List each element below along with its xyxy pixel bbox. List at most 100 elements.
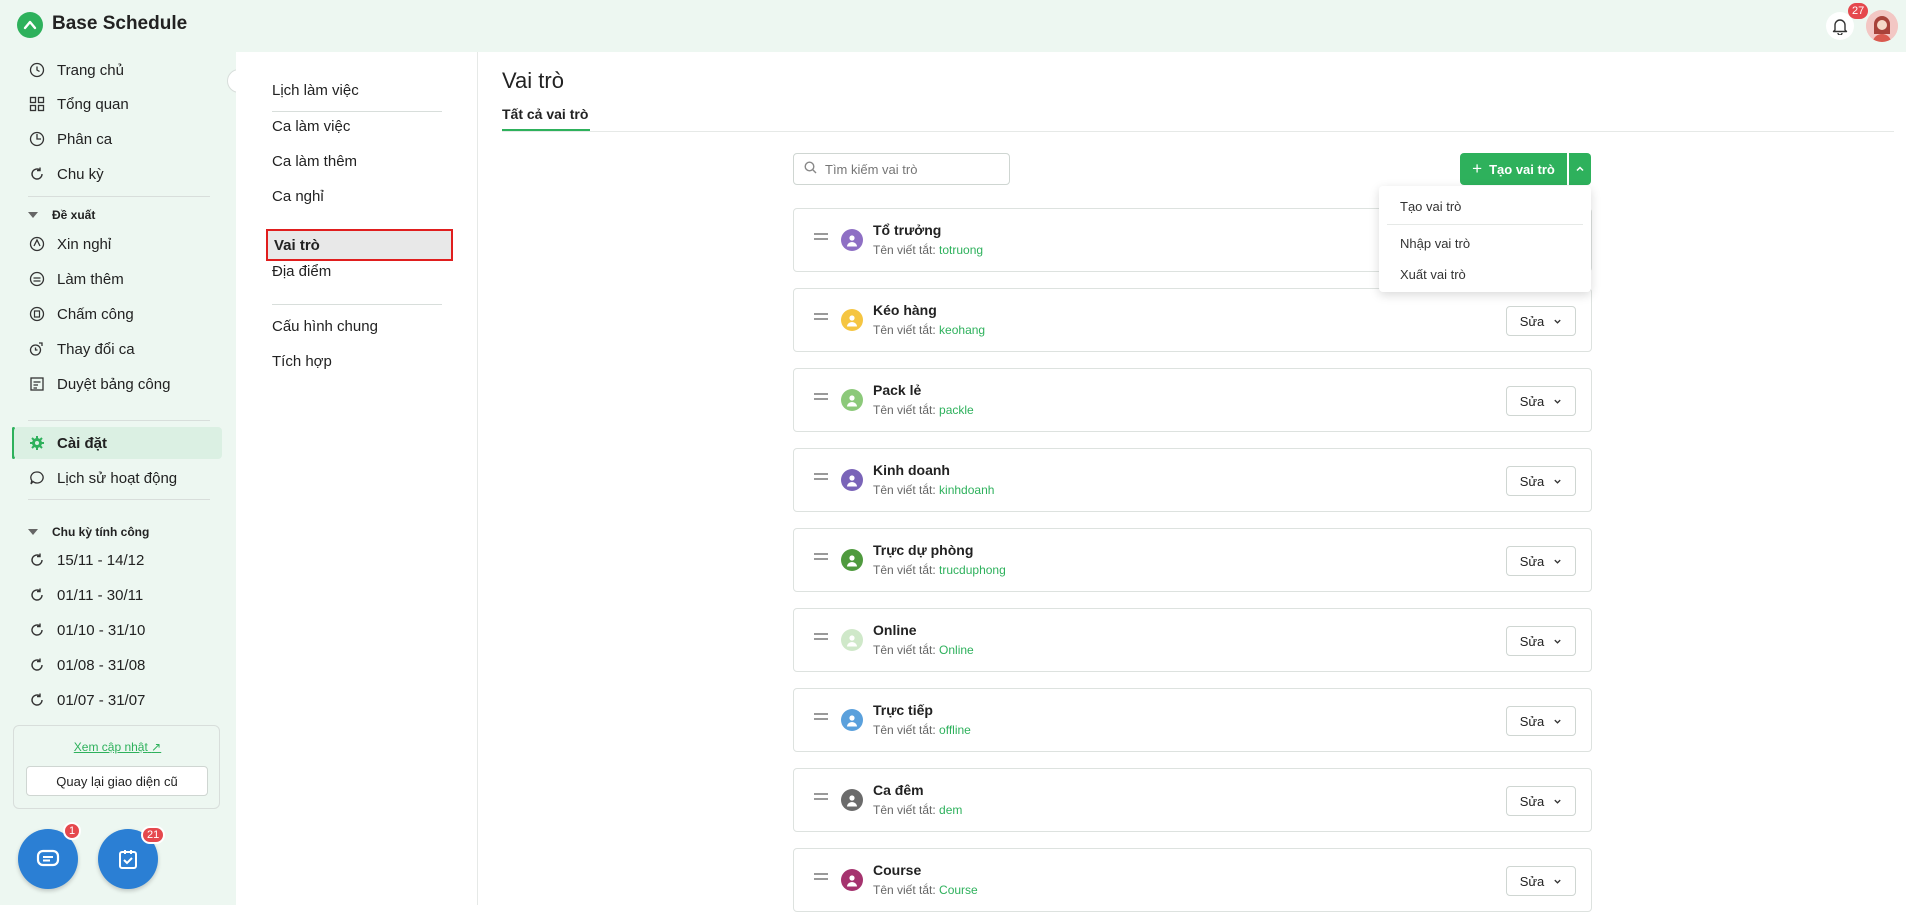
role-name: Kéo hàng <box>873 302 937 318</box>
clock-icon <box>28 61 46 79</box>
sidebar-divider <box>28 499 210 500</box>
chat-badge: 1 <box>63 822 82 840</box>
approve-icon <box>28 375 46 393</box>
create-role-button[interactable]: + Tạo vai trò <box>1460 153 1567 185</box>
old-ui-button[interactable]: Quay lại giao diện cũ <box>26 766 208 796</box>
edit-role-button[interactable]: Sửa <box>1506 786 1576 816</box>
chevron-down-icon <box>1554 879 1561 884</box>
sidebar-item-label: 01/08 - 31/08 <box>57 656 146 674</box>
edit-role-button[interactable]: Sửa <box>1506 866 1576 896</box>
role-avatar-icon <box>841 869 863 891</box>
user-avatar[interactable] <box>1866 10 1898 42</box>
payroll-group-toggle[interactable]: Chu kỳ tính công <box>28 525 149 539</box>
sidebar-item-period[interactable]: 01/07 - 31/07 <box>14 684 222 716</box>
subnav-item-work-schedule[interactable]: Lịch làm việc <box>272 82 359 99</box>
drag-handle-icon[interactable] <box>814 313 828 323</box>
sidebar-item-label: Chấm công <box>57 305 134 323</box>
sidebar-item-overview[interactable]: Tổng quan <box>14 88 222 120</box>
sidebar-item-period[interactable]: 01/08 - 31/08 <box>14 649 222 681</box>
chevron-down-icon <box>1554 639 1561 644</box>
role-name: Trực dự phòng <box>873 542 974 558</box>
search-input[interactable] <box>825 161 995 177</box>
swap-icon <box>28 340 46 358</box>
edit-role-button[interactable]: Sửa <box>1506 306 1576 336</box>
proposal-group-toggle[interactable]: Đề xuất <box>28 208 95 222</box>
drag-handle-icon[interactable] <box>814 633 828 643</box>
app-logo-icon[interactable] <box>17 12 43 38</box>
chevron-down-icon <box>1554 319 1561 324</box>
role-abbreviation-value: Online <box>939 643 974 657</box>
sidebar-item-history[interactable]: Lịch sử hoạt động <box>14 462 222 494</box>
edit-role-button[interactable]: Sửa <box>1506 706 1576 736</box>
subnav-item-general-config[interactable]: Cấu hình chung <box>272 318 378 335</box>
edit-label: Sửa <box>1519 873 1545 889</box>
subnav-item-overtime-shift[interactable]: Ca làm thêm <box>272 153 357 170</box>
search-field[interactable] <box>793 153 1010 185</box>
sidebar-item-home[interactable]: Trang chủ <box>14 54 222 86</box>
subnav-divider <box>272 304 442 305</box>
role-abbreviation-value: dem <box>939 803 963 817</box>
tasks-badge: 21 <box>141 826 166 844</box>
edit-role-button[interactable]: Sửa <box>1506 626 1576 656</box>
role-card: Trực tiếp Tên viết tắt: offline Sửa <box>793 688 1592 752</box>
sidebar-item-period[interactable]: 01/11 - 30/11 <box>14 579 222 611</box>
subnav-item-roles[interactable]: Vai trò <box>266 229 453 261</box>
chat-history-icon <box>28 469 46 487</box>
plus-icon: + <box>1472 159 1483 178</box>
sidebar-item-label: Phân ca <box>57 130 113 148</box>
sidebar-item-leave[interactable]: Xin nghỉ <box>14 228 222 260</box>
role-abbreviation-value: packle <box>939 403 974 417</box>
drag-handle-icon[interactable] <box>814 393 828 403</box>
edit-label: Sửa <box>1519 713 1545 729</box>
sidebar-item-label: Thay đổi ca <box>57 340 135 358</box>
role-abbreviation: Tên viết tắt: Course <box>873 883 978 897</box>
role-avatar-icon <box>841 389 863 411</box>
cycle-icon <box>28 551 46 569</box>
role-abbreviation: Tên viết tắt: totruong <box>873 243 984 257</box>
sidebar-item-label: 15/11 - 14/12 <box>57 551 145 569</box>
role-abbreviation: Tên viết tắt: keohang <box>873 323 986 337</box>
role-abbreviation-value: keohang <box>939 323 986 337</box>
tab-all-roles[interactable]: Tất cả vai trò <box>502 106 588 122</box>
edit-role-button[interactable]: Sửa <box>1506 466 1576 496</box>
sidebar-item-approve-timesheet[interactable]: Duyệt bảng công <box>14 368 222 400</box>
menu-item-export-roles[interactable]: Xuất vai trò <box>1400 267 1466 282</box>
sidebar-item-change-shift[interactable]: Thay đổi ca <box>14 333 222 365</box>
overtime-icon <box>28 270 46 288</box>
sidebar-item-timesheet[interactable]: Chấm công <box>14 298 222 330</box>
drag-handle-icon[interactable] <box>814 473 828 483</box>
role-abbreviation: Tên viết tắt: dem <box>873 803 963 817</box>
sidebar-item-label: 01/11 - 30/11 <box>57 586 144 604</box>
sidebar-item-shifts[interactable]: Phân ca <box>14 123 222 155</box>
subnav-item-break-shift[interactable]: Ca nghỉ <box>272 188 324 205</box>
create-role-menu-toggle[interactable] <box>1569 153 1591 185</box>
see-updates-link[interactable]: Xem cập nhật ↗ <box>14 740 221 754</box>
sidebar-item-period[interactable]: 15/11 - 14/12 <box>14 544 222 576</box>
sidebar-item-label: Chu kỳ <box>57 165 104 183</box>
sidebar-item-label: Cài đặt <box>57 434 108 452</box>
menu-item-import-roles[interactable]: Nhập vai trò <box>1400 236 1470 251</box>
drag-handle-icon[interactable] <box>814 873 828 883</box>
subnav-item-work-shift[interactable]: Ca làm việc <box>272 118 350 135</box>
edit-role-button[interactable]: Sửa <box>1506 386 1576 416</box>
sidebar-item-settings[interactable]: Cài đặt <box>14 427 222 459</box>
proposal-group-label: Đề xuất <box>52 208 96 222</box>
drag-handle-icon[interactable] <box>814 793 828 803</box>
subnav-item-integration[interactable]: Tích hợp <box>272 353 332 370</box>
sidebar-item-cycle[interactable]: Chu kỳ <box>14 158 222 190</box>
drag-handle-icon[interactable] <box>814 233 828 243</box>
role-card: Kéo hàng Tên viết tắt: keohang Sửa <box>793 288 1592 352</box>
chevron-down-icon <box>1554 719 1561 724</box>
sidebar-item-period[interactable]: 01/10 - 31/10 <box>14 614 222 646</box>
sidebar-item-label: Tổng quan <box>57 95 129 113</box>
drag-handle-icon[interactable] <box>814 553 828 563</box>
role-abbreviation-value: trucduphong <box>939 563 1006 577</box>
role-card: Pack lẻ Tên viết tắt: packle Sửa <box>793 368 1592 432</box>
role-abbreviation-value: Course <box>939 883 978 897</box>
tab-divider <box>502 131 1894 132</box>
edit-role-button[interactable]: Sửa <box>1506 546 1576 576</box>
drag-handle-icon[interactable] <box>814 713 828 723</box>
sidebar-item-overtime[interactable]: Làm thêm <box>14 263 222 295</box>
subnav-item-location[interactable]: Địa điểm <box>272 263 331 280</box>
menu-item-create-role[interactable]: Tạo vai trò <box>1400 199 1461 214</box>
